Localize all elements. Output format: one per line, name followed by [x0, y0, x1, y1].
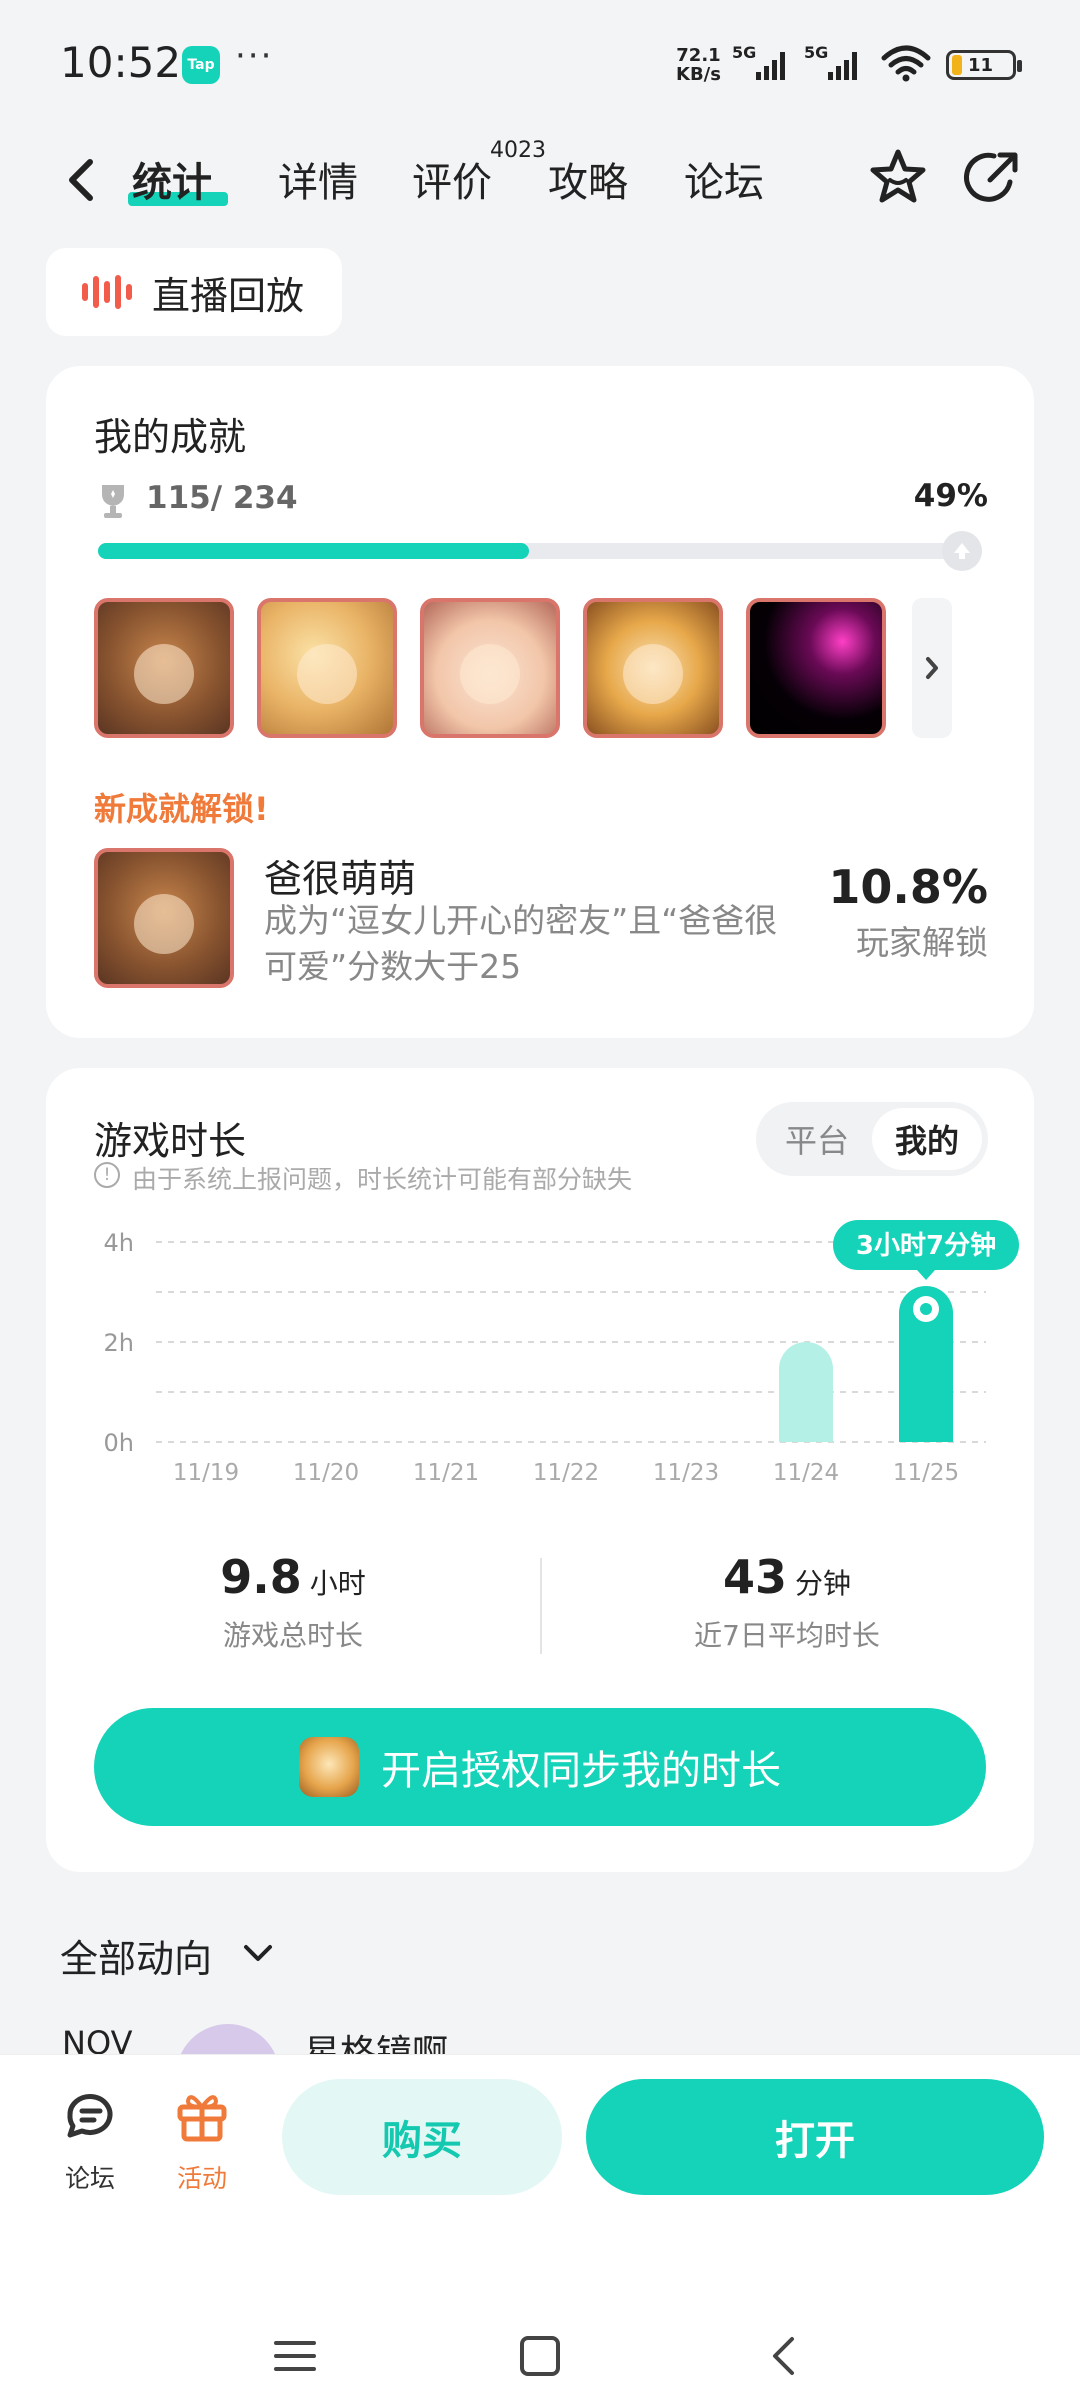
back-nav-icon[interactable] [760, 2331, 810, 2381]
chart-bar-marker-dot [920, 1303, 932, 1315]
home-icon[interactable] [515, 2331, 565, 2381]
menu-icon[interactable] [270, 2331, 320, 2381]
tab-stats[interactable]: 统计 [132, 150, 212, 208]
achievements-card: 我的成就 115/ 234 49% 新成就解锁! 爸很萌萌 成为“逗女儿开心的密… [46, 366, 1034, 1038]
live-replay-button[interactable]: 直播回放 [46, 248, 342, 336]
chart-tooltip-text: 3小时7分钟 [856, 1230, 996, 1261]
signal-icon-1: 5G [732, 44, 785, 80]
chevron-down-icon[interactable] [240, 1940, 276, 1966]
signal-icon-2: 5G [804, 44, 857, 80]
achievement-badge[interactable] [583, 598, 723, 738]
achievements-count: 115/ 234 [146, 480, 298, 516]
achievement-badge[interactable] [420, 598, 560, 738]
unlock-rate: 10.8% [828, 860, 988, 914]
chart-y-tick-label: 4h [104, 1229, 134, 1257]
chevron-right-icon [926, 657, 938, 679]
total-playtime-label: 游戏总时长 [222, 1619, 363, 1652]
avg-playtime-unit: 分钟 [795, 1567, 852, 1600]
total-playtime-unit: 小时 [309, 1567, 366, 1600]
chart-x-tick-label: 11/22 [533, 1460, 599, 1486]
tab-forum[interactable]: 论坛 [684, 150, 764, 208]
sync-playtime-label: 开启授权同步我的时长 [381, 1748, 781, 1794]
achievement-badge[interactable] [746, 598, 886, 738]
chart-x-tick-label: 11/25 [893, 1460, 959, 1486]
battery-icon: 11 [946, 50, 1022, 80]
game-avatar-icon [299, 1737, 359, 1797]
playtime-bar-chart: 4h 2h 0h 11/19 11/20 11/21 11/22 11/23 11/24 3小时7… [104, 1220, 1019, 1486]
activity-label: 活动 [176, 2164, 227, 2193]
chart-x-tick-label: 11/23 [653, 1460, 719, 1486]
all-dynamics-dropdown[interactable]: 全部动向 [60, 1928, 212, 1983]
achievement-badge[interactable] [94, 598, 234, 738]
unlocked-achievement-desc: 成为“逗女儿开心的密友”且“爸爸很可爱”分数大于25 [264, 901, 778, 986]
tab-details[interactable]: 详情 [278, 150, 358, 208]
back-icon[interactable] [56, 150, 106, 210]
avg-playtime-value: 43 [722, 1550, 787, 1604]
net-speed-unit: KB/s [676, 64, 721, 85]
chart-x-tick-label: 11/19 [173, 1460, 239, 1486]
avg-playtime-label: 近7日平均时长 [694, 1619, 880, 1652]
progress-goal-icon [942, 531, 982, 571]
new-unlock-label: 新成就解锁! [94, 790, 269, 828]
achievements-progress-fill [98, 543, 530, 559]
total-playtime-value: 9.8 [220, 1550, 302, 1604]
tab-reviews[interactable]: 评价 [412, 150, 492, 208]
chart-tooltip-pointer [917, 1270, 935, 1280]
more-notifications-icon: ··· [235, 36, 274, 76]
unlocked-achievement-badge[interactable] [94, 848, 234, 988]
chart-x-tick-label: 11/24 [773, 1460, 839, 1486]
toggle-platform[interactable]: 平台 [762, 1108, 872, 1170]
status-bar: 10:52 Tap ··· 72.1 KB/s 5G 5G 11 [0, 0, 1080, 130]
unlocked-achievement-name: 爸很萌萌 [264, 857, 417, 901]
playtime-notice: 由于系统上报问题，时长统计可能有部分缺失 [132, 1165, 633, 1194]
playtime-source-toggle: 平台 我的 [756, 1102, 988, 1176]
battery-level: 11 [968, 54, 994, 76]
tap-app-icon: Tap [182, 46, 220, 84]
total-playtime-stat: 9.8 小时 游戏总时长 [46, 1550, 540, 1654]
wifi-icon [881, 45, 931, 82]
game-tabs-header: 统计 详情 评价 4023 攻略 论坛 [0, 130, 1080, 230]
chart-bar [779, 1342, 833, 1442]
forum-button[interactable]: 论坛 [50, 2085, 130, 2195]
buy-button[interactable]: 购买 [282, 2079, 562, 2195]
chart-x-tick-label: 11/21 [413, 1460, 479, 1486]
playtime-title: 游戏时长 [94, 1119, 247, 1163]
toggle-mine[interactable]: 我的 [872, 1108, 982, 1170]
trophy-icon [102, 485, 124, 518]
live-bars-icon [82, 275, 132, 309]
share-icon[interactable] [960, 146, 1024, 210]
achievement-badge[interactable] [257, 598, 397, 738]
signal-2-label: 5G [804, 44, 828, 62]
status-time: 10:52 [60, 38, 182, 87]
avg-playtime-stat: 43 分钟 近7日平均时长 [540, 1550, 1034, 1654]
forum-icon [67, 2094, 113, 2138]
sync-playtime-button[interactable]: 开启授权同步我的时长 [94, 1708, 986, 1826]
star-icon[interactable] [866, 146, 930, 210]
reviews-count-badge: 4023 [490, 138, 546, 163]
forum-label: 论坛 [64, 2164, 115, 2193]
system-nav-bar [0, 2303, 1080, 2403]
open-button[interactable]: 打开 [586, 2079, 1044, 2195]
badges-more-button[interactable] [912, 598, 952, 738]
achievements-title: 我的成就 [94, 415, 247, 459]
chart-y-tick-label: 0h [104, 1429, 134, 1457]
chart-x-tick-label: 11/20 [293, 1460, 359, 1486]
live-replay-label: 直播回放 [152, 273, 305, 318]
playtime-stats: 9.8 小时 游戏总时长 43 分钟 近7日平均时长 [46, 1550, 1034, 1660]
signal-1-label: 5G [732, 44, 756, 62]
unlock-rate-label: 玩家解锁 [856, 923, 988, 962]
activity-button[interactable]: 活动 [162, 2085, 242, 2195]
achievements-progress-track [98, 531, 982, 571]
info-icon: ! [94, 1162, 120, 1188]
net-speed: 72.1 KB/s [676, 46, 721, 84]
achievements-percent: 49% [913, 478, 988, 514]
tab-guides[interactable]: 攻略 [548, 150, 628, 208]
gift-icon [177, 2095, 227, 2142]
net-speed-value: 72.1 [676, 45, 721, 66]
chart-y-tick-label: 2h [104, 1329, 134, 1357]
playtime-card: 游戏时长 ! 由于系统上报问题，时长统计可能有部分缺失 平台 我的 4h 2h 0h… [46, 1068, 1034, 1872]
